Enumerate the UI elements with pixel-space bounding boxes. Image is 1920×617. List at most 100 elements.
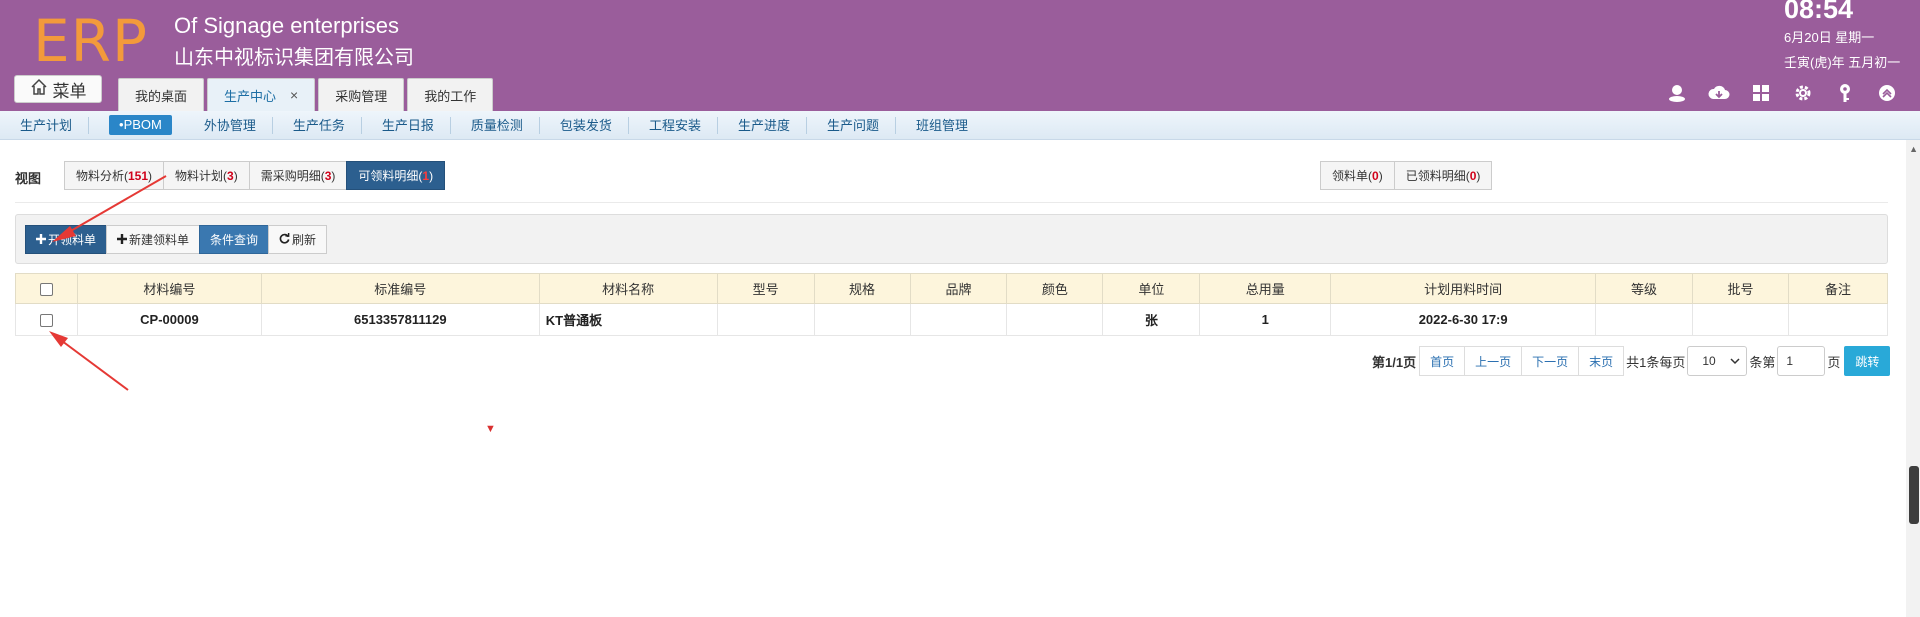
column-header[interactable]: 备注 xyxy=(1787,273,1889,304)
tab-label: 我的工作 xyxy=(424,88,477,104)
home-icon xyxy=(30,78,48,101)
button-text: 物料计划( xyxy=(175,169,228,183)
cell-model xyxy=(716,303,815,336)
cloud-download-icon[interactable] xyxy=(1708,82,1730,104)
cell-unit: 张 xyxy=(1102,303,1201,336)
column-header[interactable]: 材料编号 xyxy=(76,273,262,304)
received-detail-button[interactable]: 已领料明细(0) xyxy=(1393,161,1493,190)
subnav-production-plan[interactable]: 生产计划 xyxy=(0,116,90,134)
button-suffix: ) xyxy=(233,168,238,183)
gear-icon[interactable] xyxy=(1792,82,1814,104)
subnav-outsourcing[interactable]: 外协管理 xyxy=(184,116,273,134)
button-label: 新建领料单 xyxy=(129,233,190,247)
tab-my-desktop[interactable]: 我的桌面 xyxy=(118,78,205,111)
column-header[interactable]: 品牌 xyxy=(909,273,1008,304)
arrow-to-row-checkbox xyxy=(49,331,129,391)
button-text: 需采购明细( xyxy=(260,169,325,183)
button-text: 可领料明细( xyxy=(358,169,423,183)
app-header: ERP Of Signage enterprises 山东中视标识集团有限公司 … xyxy=(0,0,1920,111)
subnav-pbom[interactable]: •PBOM xyxy=(109,115,172,135)
page-size-select[interactable]: 10 xyxy=(1687,346,1748,376)
row-checkbox[interactable] xyxy=(39,314,53,328)
prev-page-button[interactable]: 上一页 xyxy=(1464,346,1523,376)
subnav-daily-report[interactable]: 生产日报 xyxy=(362,116,451,134)
apps-icon[interactable] xyxy=(1750,82,1772,104)
cell-standard-code: 6513357811129 xyxy=(260,303,540,336)
cell-total-usage: 1 xyxy=(1199,303,1332,336)
clock-date: 6月20日 星期一 xyxy=(1784,30,1875,45)
view-material-analysis-button[interactable]: 物料分析(151) xyxy=(64,161,165,190)
tab-production-center[interactable]: 生产中心 × xyxy=(207,78,316,111)
chevron-down-icon xyxy=(1730,354,1740,368)
cell-batch xyxy=(1692,303,1789,336)
jump-button[interactable]: 跳转 xyxy=(1844,346,1891,376)
scrollbar-thumb[interactable] xyxy=(1909,466,1919,524)
count-badge: 1 xyxy=(422,168,430,183)
button-label: 开领料单 xyxy=(48,233,97,247)
collapse-up-icon[interactable] xyxy=(1876,82,1898,104)
company-name-cn: 山东中视标识集团有限公司 xyxy=(174,47,414,69)
subnav-progress[interactable]: 生产进度 xyxy=(718,116,807,134)
count-badge: 0 xyxy=(1372,168,1379,183)
new-requisition-button[interactable]: 新建领料单 xyxy=(106,225,201,254)
subnav-packing-shipping[interactable]: 包装发货 xyxy=(540,116,629,134)
tab-purchase-management[interactable]: 采购管理 xyxy=(318,78,405,111)
sub-navigation: 生产计划 •PBOM 外协管理 生产任务 生产日报 质量检测 包装发货 工程安装… xyxy=(0,111,1920,140)
column-header[interactable]: 单位 xyxy=(1102,273,1201,304)
column-header[interactable]: 等级 xyxy=(1595,273,1694,304)
column-header[interactable]: 型号 xyxy=(716,273,815,304)
column-header[interactable]: 批号 xyxy=(1692,273,1789,304)
close-icon[interactable]: × xyxy=(290,87,298,103)
clock-time: 08:54 xyxy=(1784,0,1854,24)
open-requisition-button[interactable]: 开领料单 xyxy=(25,225,108,254)
column-header[interactable]: 颜色 xyxy=(1006,273,1104,304)
page-info: 第1/1页 xyxy=(1372,354,1417,370)
button-text: 领料单( xyxy=(1332,169,1372,183)
select-all-checkbox[interactable] xyxy=(39,283,53,297)
module-tabs: 我的桌面 生产中心 × 采购管理 我的工作 xyxy=(118,78,494,111)
menu-button[interactable]: 菜单 xyxy=(14,75,102,103)
goto-prefix: 条第 xyxy=(1749,354,1776,370)
requisition-list-button[interactable]: 领料单(0) xyxy=(1320,161,1395,190)
view-label: 视图 xyxy=(15,171,42,186)
subnav-team-management[interactable]: 班组管理 xyxy=(896,117,984,134)
column-header[interactable]: 规格 xyxy=(813,273,911,304)
button-label: 条件查询 xyxy=(210,233,259,247)
pagination: 第1/1页 首页 上一页 下一页 末页 共1条每页 10 条第 1 页 跳转 xyxy=(1372,346,1891,376)
tab-label: 我的桌面 xyxy=(135,88,188,104)
subnav-installation[interactable]: 工程安装 xyxy=(629,116,718,134)
subnav-quality-check[interactable]: 质量检测 xyxy=(451,116,540,134)
page-number-input[interactable]: 1 xyxy=(1777,346,1826,376)
button-text: 已领料明细( xyxy=(1405,169,1470,183)
column-header[interactable]: 计划用料时间 xyxy=(1330,273,1597,304)
condition-query-button[interactable]: 条件查询 xyxy=(199,225,270,254)
view-requisition-detail-button[interactable]: 可领料明细(1) xyxy=(346,161,446,190)
last-page-button[interactable]: 末页 xyxy=(1578,346,1625,376)
cell-color xyxy=(1006,303,1104,336)
divider xyxy=(15,202,1888,203)
scroll-up-icon[interactable]: ▲ xyxy=(1909,144,1918,154)
refresh-button[interactable]: 刷新 xyxy=(268,225,328,254)
view-purchase-detail-button[interactable]: 需采购明细(3) xyxy=(248,161,348,190)
first-page-button[interactable]: 首页 xyxy=(1419,346,1466,376)
count-badge: 3 xyxy=(227,168,234,183)
tab-my-work[interactable]: 我的工作 xyxy=(407,78,494,111)
clock-lunar-date: 壬寅(虎)年 五月初一 xyxy=(1784,55,1901,70)
column-header[interactable]: 总用量 xyxy=(1199,273,1332,304)
view-material-plan-button[interactable]: 物料计划(3) xyxy=(163,161,250,190)
menu-button-label: 菜单 xyxy=(52,81,87,101)
total-records: 共1条每页 xyxy=(1626,354,1686,370)
table-header-row: 材料编号 标准编号 材料名称 型号 规格 品牌 颜色 单位 总用量 计划用料时间… xyxy=(15,273,1889,304)
subnav-production-task[interactable]: 生产任务 xyxy=(273,116,362,134)
key-icon[interactable] xyxy=(1834,82,1856,104)
user-icon[interactable] xyxy=(1666,82,1688,104)
count-badge: 0 xyxy=(1469,168,1477,183)
subnav-problems[interactable]: 生产问题 xyxy=(807,116,896,134)
next-page-button[interactable]: 下一页 xyxy=(1521,346,1580,376)
action-toolbar: 开领料单 新建领料单 条件查询 刷新 xyxy=(15,214,1888,264)
table-row[interactable]: CP-00009 6513357811129 KT普通板 张 1 2022-6-… xyxy=(15,303,1889,336)
column-header[interactable]: 标准编号 xyxy=(260,273,540,304)
header-icon-bar xyxy=(1666,82,1898,104)
vertical-scrollbar[interactable] xyxy=(1906,140,1920,617)
column-header[interactable]: 材料名称 xyxy=(538,273,718,304)
